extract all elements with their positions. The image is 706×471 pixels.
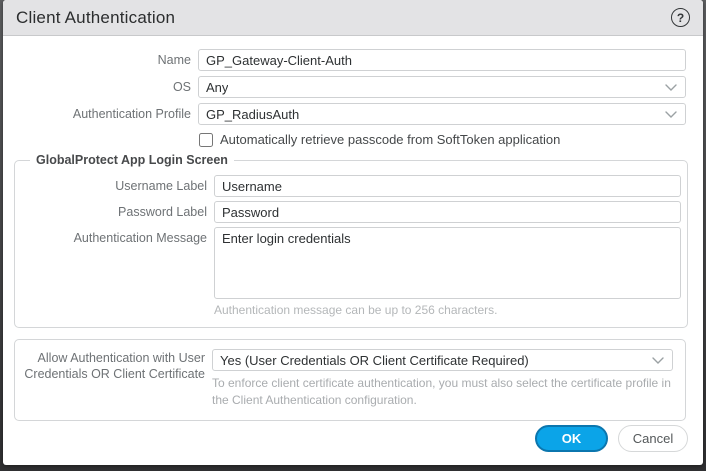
username-label-row: Username Label bbox=[20, 175, 681, 197]
os-label: OS bbox=[172, 80, 191, 94]
auth-message-textarea[interactable]: Enter login credentials bbox=[214, 227, 681, 299]
username-label-input[interactable] bbox=[214, 175, 681, 197]
os-row: OS Any bbox=[11, 76, 686, 98]
cert-auth-select[interactable]: Yes (User Credentials OR Client Certific… bbox=[212, 349, 673, 371]
password-label-label: Password Label bbox=[118, 205, 207, 219]
chevron-down-icon bbox=[652, 356, 664, 364]
chevron-down-icon bbox=[665, 83, 677, 91]
auth-profile-row: Authentication Profile GP_RadiusAuth bbox=[11, 103, 686, 125]
login-screen-group: GlobalProtect App Login Screen Username … bbox=[14, 153, 688, 328]
os-select-value: Any bbox=[206, 79, 229, 95]
name-label: Name bbox=[157, 53, 191, 67]
cancel-button[interactable]: Cancel bbox=[618, 425, 688, 452]
dialog-body: Name OS Any Authentication Profile GP_Ra… bbox=[3, 36, 703, 421]
auth-profile-select[interactable]: GP_RadiusAuth bbox=[198, 103, 686, 125]
name-input[interactable] bbox=[198, 49, 686, 71]
auth-profile-label: Authentication Profile bbox=[72, 107, 191, 121]
dialog-title: Client Authentication bbox=[16, 7, 176, 27]
cert-auth-controls: Yes (User Credentials OR Client Certific… bbox=[212, 349, 679, 410]
dialog-footer: OK Cancel bbox=[535, 425, 688, 452]
name-row: Name bbox=[11, 49, 686, 71]
cert-auth-label: Allow Authentication with User Credentia… bbox=[24, 351, 205, 381]
softtoken-row: Automatically retrieve passcode from Sof… bbox=[199, 132, 686, 147]
auth-message-hint: Authentication message can be up to 256 … bbox=[214, 303, 498, 317]
softtoken-checkbox[interactable] bbox=[199, 132, 213, 147]
username-label-label: Username Label bbox=[115, 179, 207, 193]
cert-auth-hint: To enforce client certificate authentica… bbox=[212, 376, 671, 408]
auth-profile-select-value: GP_RadiusAuth bbox=[206, 106, 300, 122]
login-screen-group-legend: GlobalProtect App Login Screen bbox=[36, 153, 228, 167]
auth-message-label: Authentication Message bbox=[73, 231, 207, 245]
client-authentication-dialog: Client Authentication ? Name OS Any Auth… bbox=[3, 0, 703, 465]
screen-backdrop: Client Authentication ? Name OS Any Auth… bbox=[0, 0, 706, 471]
dialog-titlebar: Client Authentication ? bbox=[3, 0, 703, 36]
cert-auth-select-value: Yes (User Credentials OR Client Certific… bbox=[220, 352, 529, 368]
password-label-input[interactable] bbox=[214, 201, 681, 223]
softtoken-checkbox-label: Automatically retrieve passcode from Sof… bbox=[220, 132, 561, 147]
help-icon[interactable]: ? bbox=[671, 8, 690, 27]
ok-button[interactable]: OK bbox=[535, 425, 608, 452]
auth-message-row: Authentication Message Enter login crede… bbox=[20, 227, 681, 299]
chevron-down-icon bbox=[665, 110, 677, 118]
os-select[interactable]: Any bbox=[198, 76, 686, 98]
password-label-row: Password Label bbox=[20, 201, 681, 223]
cert-auth-section: Allow Authentication with User Credentia… bbox=[14, 339, 686, 421]
